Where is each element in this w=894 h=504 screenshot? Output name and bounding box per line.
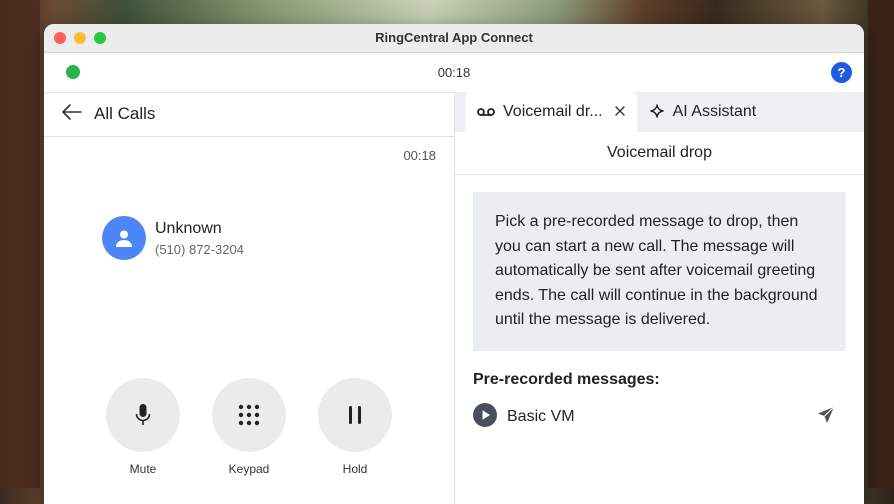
contact-card: Unknown (510) 872-3204 [102,216,244,260]
tab-voicemail-label: Voicemail dr... [503,103,603,120]
call-controls: Mute Keypad Hold [106,378,392,476]
call-panel-header: All Calls [44,92,454,137]
online-status-icon [66,65,80,79]
message-label: Basic VM [507,408,575,425]
hold-label: Hold [342,462,368,476]
all-calls-link[interactable]: All Calls [94,104,155,124]
keypad-icon [238,404,260,426]
call-duration: 00:18 [437,65,471,80]
person-icon [116,230,132,247]
keypad-label: Keypad [228,462,270,476]
side-panel: Voicemail dr... AI Assistant Voicemail d… [455,92,864,504]
tab-ai-assistant-label: AI Assistant [672,103,757,120]
zoom-window-button[interactable] [94,32,106,44]
voicemail-info-box: Pick a pre-recorded message to drop, the… [473,192,846,351]
sparkle-icon [649,104,664,118]
hold-button[interactable] [318,378,392,452]
call-panel: All Calls 00:18 Unknown (510) 872-3204 M… [44,92,455,504]
status-bar: 00:18 ? [44,53,864,93]
send-icon[interactable] [816,405,836,430]
pre-recorded-messages-heading: Pre-recorded messages: [473,370,660,388]
contact-phone: (510) 872-3204 [155,241,244,257]
background-tree [0,0,40,488]
tab-bar: Voicemail dr... AI Assistant [455,92,864,132]
play-icon[interactable] [473,402,497,432]
microphone-icon [135,404,151,425]
keypad-button[interactable] [212,378,286,452]
contact-name: Unknown [155,219,222,237]
title-bar: RingCentral App Connect [44,24,864,53]
list-item: Basic VM [473,402,846,432]
hold-control: Hold [318,378,392,476]
close-window-button[interactable] [54,32,66,44]
close-tab-icon[interactable] [614,103,625,121]
tab-voicemail-drop[interactable]: Voicemail dr... [465,92,637,132]
help-button[interactable]: ? [831,62,852,83]
back-arrow-icon[interactable] [62,103,82,125]
mute-control: Mute [106,378,180,476]
tab-ai-assistant[interactable]: AI Assistant [637,92,769,132]
window-title: RingCentral App Connect [375,30,533,45]
call-timer: 00:18 [403,148,436,163]
app-window: RingCentral App Connect 00:18 ? All Call… [44,24,864,504]
mute-button[interactable] [106,378,180,452]
mute-label: Mute [129,462,157,476]
avatar [102,216,146,260]
background-tree [868,0,894,488]
window-controls [54,32,106,44]
pause-icon [349,406,361,424]
panel-title: Voicemail drop [455,132,864,175]
keypad-control: Keypad [212,378,286,476]
minimize-window-button[interactable] [74,32,86,44]
voicemail-icon [477,108,495,116]
